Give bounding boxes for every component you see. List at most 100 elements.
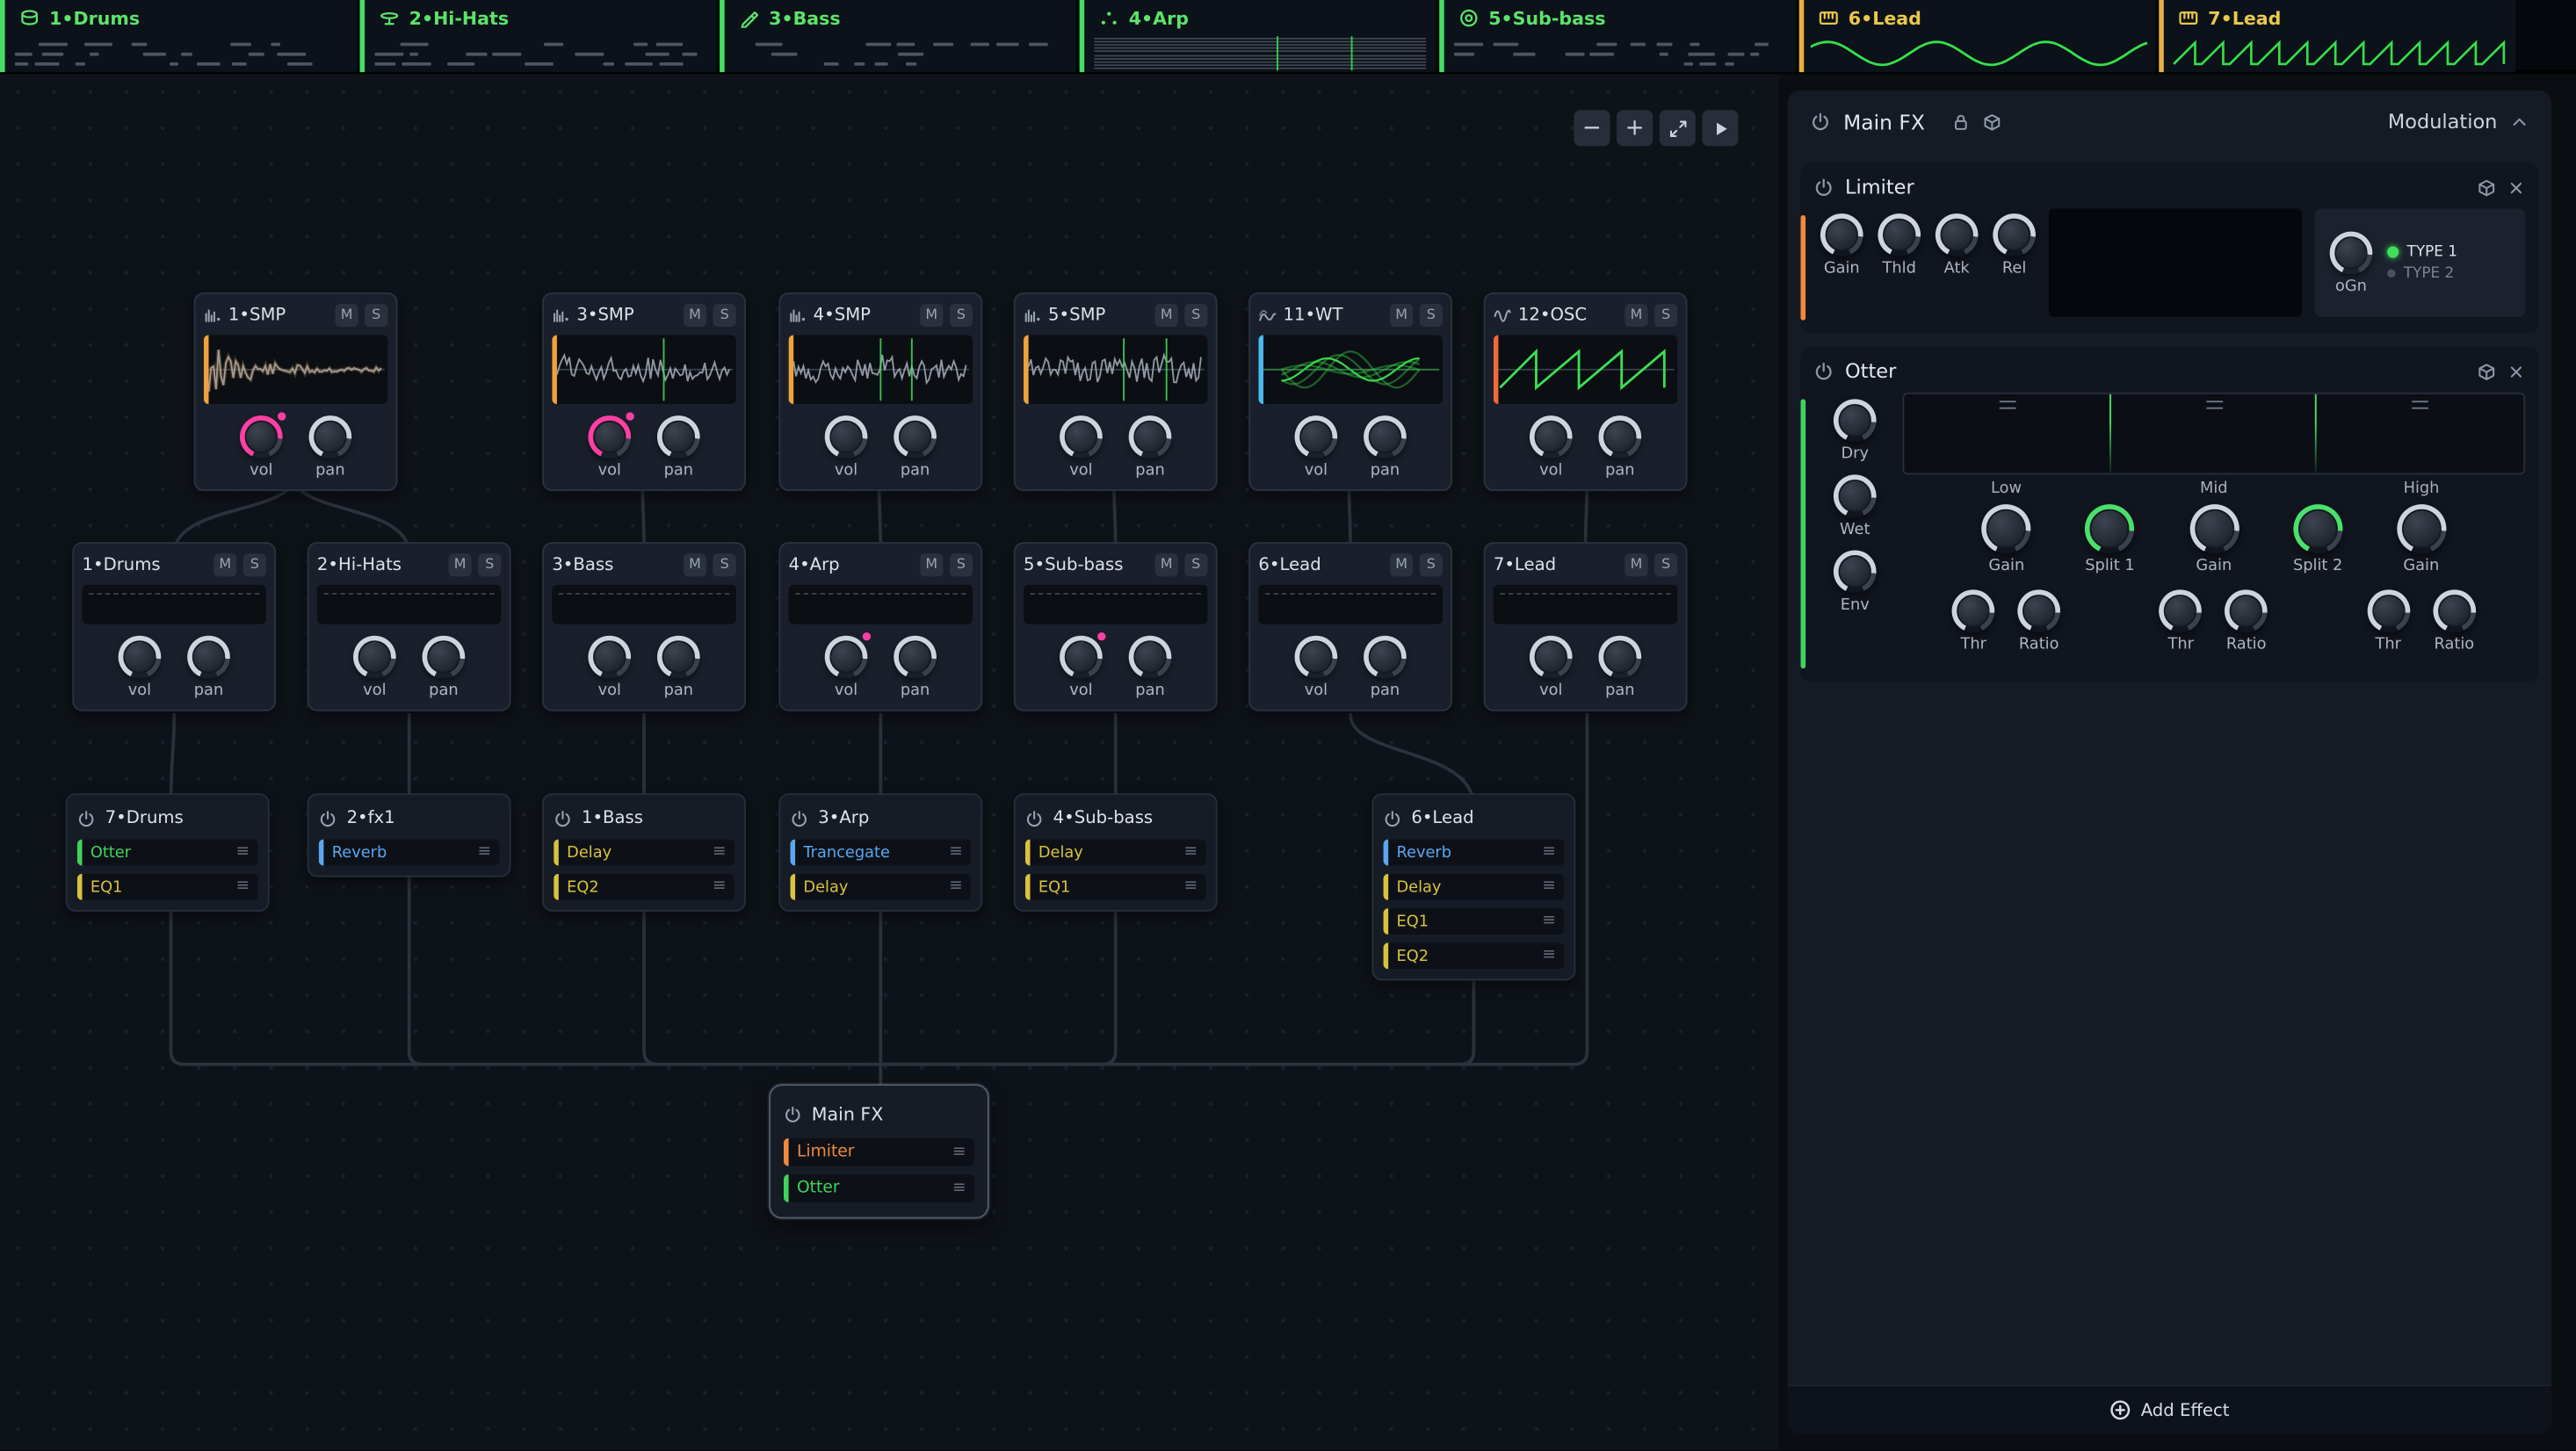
track-strip-3-bass[interactable]: 3•BassMSvolpan: [542, 542, 746, 711]
power-icon[interactable]: [554, 809, 572, 827]
fx-item-delay[interactable]: Delay≡: [1384, 874, 1565, 900]
solo-button[interactable]: S: [365, 304, 387, 327]
knob-pan[interactable]: pan: [1129, 415, 1172, 480]
knob-ogn[interactable]: oGn: [2330, 231, 2373, 295]
lock-icon[interactable]: [1951, 112, 1970, 131]
modulation-toggle[interactable]: Modulation: [2388, 110, 2498, 133]
knob-pan[interactable]: pan: [894, 415, 937, 480]
zoom-in-button[interactable]: +: [1617, 110, 1653, 146]
knob-vol[interactable]: vol: [588, 415, 631, 480]
drag-handle-icon[interactable]: ≡: [1542, 913, 1556, 930]
knob-rel[interactable]: Rel: [1993, 213, 2036, 317]
knob-split-2[interactable]: Split 2: [2293, 504, 2342, 574]
fx-item-eq2[interactable]: EQ2≡: [554, 874, 734, 900]
power-icon[interactable]: [1384, 809, 1402, 827]
mute-button[interactable]: M: [213, 553, 236, 576]
band-mid[interactable]: [2110, 394, 2317, 473]
drag-handle-icon[interactable]: ≡: [1542, 844, 1556, 861]
limiter-preset-icon[interactable]: [2478, 178, 2496, 197]
band-handle-icon[interactable]: [1999, 401, 2015, 408]
fx-item-eq1[interactable]: EQ1≡: [77, 874, 258, 900]
limiter-power-icon[interactable]: [1813, 177, 1833, 197]
mute-button[interactable]: M: [1624, 304, 1647, 327]
mute-button[interactable]: M: [1155, 553, 1178, 576]
fx-item-eq1[interactable]: EQ1≡: [1384, 908, 1565, 935]
play-button[interactable]: [1702, 110, 1738, 146]
solo-button[interactable]: S: [713, 553, 736, 576]
knob-vol[interactable]: vol: [1060, 415, 1103, 480]
fx-item-eq1[interactable]: EQ1≡: [1025, 874, 1206, 900]
solo-button[interactable]: S: [1420, 553, 1443, 576]
drag-handle-icon[interactable]: ≡: [1542, 948, 1556, 964]
track-strip-2-hi-hats[interactable]: 2•Hi-HatsMSvolpan: [308, 542, 511, 711]
mute-button[interactable]: M: [1624, 553, 1647, 576]
knob-gain[interactable]: Gain: [2397, 504, 2446, 574]
knob-vol[interactable]: vol: [588, 636, 631, 700]
tab-3-bass[interactable]: 3•Bass: [720, 0, 1076, 72]
fx-item-otter[interactable]: Otter≡: [784, 1174, 974, 1202]
drag-handle-icon[interactable]: ≡: [952, 1144, 966, 1160]
solo-button[interactable]: S: [1654, 304, 1677, 327]
source-node-1-smp[interactable]: 1•SMPMSvolpan: [194, 292, 398, 491]
band-handle-icon[interactable]: [2205, 401, 2222, 408]
drag-handle-icon[interactable]: ≡: [477, 844, 491, 861]
mainfx-power-icon[interactable]: [1811, 112, 1830, 131]
knob-pan[interactable]: pan: [187, 636, 230, 700]
knob-thr[interactable]: Thr: [2160, 589, 2203, 653]
fx-item-eq2[interactable]: EQ2≡: [1384, 942, 1565, 969]
drag-handle-icon[interactable]: ≡: [952, 1180, 966, 1197]
track-strip-6-lead[interactable]: 6•LeadMSvolpan: [1248, 542, 1452, 711]
knob-dry[interactable]: Dry: [1834, 399, 1877, 463]
fx-item-delay[interactable]: Delay≡: [554, 840, 734, 866]
tab-2-hi-hats[interactable]: 2•Hi-Hats: [360, 0, 717, 72]
fx-rack-4-sub-bass[interactable]: 4•Sub-bassDelay≡EQ1≡: [1014, 793, 1218, 912]
drag-handle-icon[interactable]: ≡: [236, 844, 250, 861]
knob-pan[interactable]: pan: [1364, 636, 1407, 700]
knob-vol[interactable]: vol: [1530, 636, 1573, 700]
source-node-4-smp[interactable]: 4•SMPMSvolpan: [778, 292, 982, 491]
otter-close-icon[interactable]: [2507, 362, 2526, 380]
tab-7-lead[interactable]: 7•Lead: [2159, 0, 2515, 72]
power-icon[interactable]: [319, 809, 337, 827]
knob-vol[interactable]: vol: [1295, 636, 1338, 700]
solo-button[interactable]: S: [1654, 553, 1677, 576]
knob-env[interactable]: Env: [1834, 550, 1877, 614]
track-strip-1-drums[interactable]: 1•DrumsMSvolpan: [72, 542, 276, 711]
fx-rack-2-fx1[interactable]: 2•fx1Reverb≡: [308, 793, 511, 877]
solo-button[interactable]: S: [243, 553, 266, 576]
drag-handle-icon[interactable]: ≡: [713, 878, 727, 895]
preset-cube-icon[interactable]: [1982, 112, 2001, 131]
fx-item-delay[interactable]: Delay≡: [1025, 840, 1206, 866]
solo-button[interactable]: S: [713, 304, 736, 327]
tab-4-arp[interactable]: 4•Arp: [1080, 0, 1436, 72]
fx-rack-7-drums[interactable]: 7•DrumsOtter≡EQ1≡: [66, 793, 270, 912]
drag-handle-icon[interactable]: ≡: [949, 878, 963, 895]
knob-pan[interactable]: pan: [309, 415, 352, 480]
mute-button[interactable]: M: [684, 304, 706, 327]
knob-ratio[interactable]: Ratio: [2433, 589, 2476, 653]
fx-item-limiter[interactable]: Limiter≡: [784, 1138, 974, 1166]
knob-vol[interactable]: vol: [1295, 415, 1338, 480]
fx-rack-1-bass[interactable]: 1•BassDelay≡EQ2≡: [542, 793, 746, 912]
otter-band-display[interactable]: [1902, 393, 2525, 475]
mute-button[interactable]: M: [335, 304, 358, 327]
mute-button[interactable]: M: [1390, 553, 1413, 576]
tab-6-lead[interactable]: 6•Lead: [1799, 0, 2156, 72]
mute-button[interactable]: M: [684, 553, 706, 576]
fx-item-reverb[interactable]: Reverb≡: [1384, 840, 1565, 866]
mute-button[interactable]: M: [920, 553, 943, 576]
solo-button[interactable]: S: [1184, 553, 1207, 576]
drag-handle-icon[interactable]: ≡: [1542, 878, 1556, 895]
mute-button[interactable]: M: [1390, 304, 1413, 327]
tab-5-sub-bass[interactable]: 5•Sub-bass: [1439, 0, 1796, 72]
band-low[interactable]: [1904, 394, 2110, 473]
track-strip-4-arp[interactable]: 4•ArpMSvolpan: [778, 542, 982, 711]
knob-pan[interactable]: pan: [657, 415, 700, 480]
zoom-out-button[interactable]: −: [1574, 110, 1610, 146]
fx-item-reverb[interactable]: Reverb≡: [319, 840, 500, 866]
power-icon[interactable]: [784, 1105, 802, 1123]
solo-button[interactable]: S: [950, 304, 973, 327]
knob-gain[interactable]: Gain: [1820, 213, 1863, 317]
type-option-type-2[interactable]: TYPE 2: [2387, 265, 2457, 282]
mute-button[interactable]: M: [920, 304, 943, 327]
